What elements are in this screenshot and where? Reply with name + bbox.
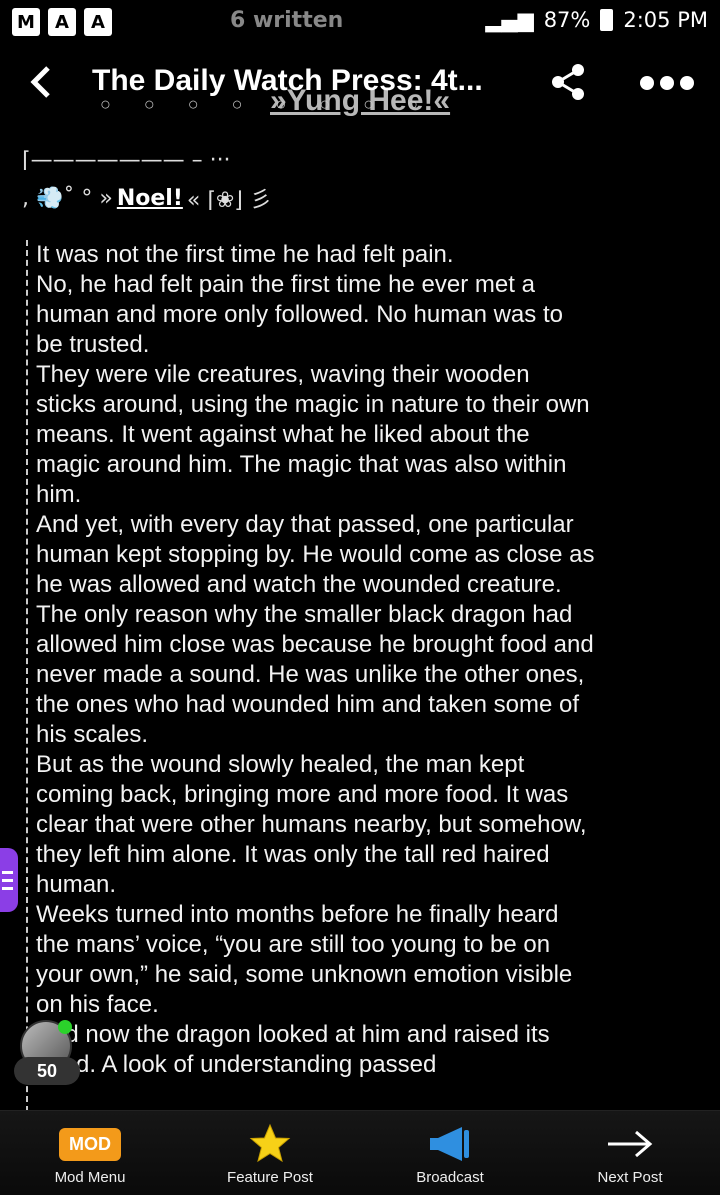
more-dot-icon: [680, 76, 694, 90]
app-notification-icon: A: [48, 8, 76, 36]
story-paragraph: And now the dragon looked at him and rai…: [36, 1021, 550, 1078]
post-header: ○ ○ ○ ○ ○ ○ ○ ○ »Yung Hee!« The Daily Wa…: [0, 50, 720, 117]
share-button[interactable]: [548, 62, 588, 102]
online-indicator: [58, 1020, 72, 1034]
app-notification-icon-2: A: [84, 8, 112, 36]
character-heading: , 💨˚ ° » Noel! « ⌈❀⌋ 彡: [22, 182, 272, 214]
more-options-button[interactable]: [640, 68, 700, 98]
deco-prefix: , 💨˚ ° »: [22, 185, 113, 211]
status-center-text: 6 written: [230, 8, 344, 33]
battery-percent: 87%: [543, 8, 591, 32]
chevron-left-icon: [30, 66, 50, 98]
broadcast-label: Broadcast: [416, 1169, 484, 1186]
more-dot-icon: [660, 76, 674, 90]
next-post-button[interactable]: Next Post: [540, 1111, 720, 1195]
deco-suffix: « ⌈❀⌋ 彡: [186, 188, 272, 213]
menu-line-icon: [2, 886, 13, 890]
story-paragraph: The only reason why the smaller black dr…: [36, 601, 594, 748]
clock: 2:05 PM: [623, 8, 708, 32]
level-badge: 50: [14, 1057, 80, 1085]
battery-icon: [600, 9, 614, 31]
next-post-label: Next Post: [597, 1169, 663, 1186]
side-drawer-tab[interactable]: [0, 848, 18, 912]
feature-post-label: Feature Post: [227, 1169, 313, 1186]
page-title: The Daily Watch Press: 4t...: [92, 64, 483, 97]
menu-line-icon: [2, 878, 13, 882]
mod-badge-icon: MOD: [59, 1127, 121, 1161]
megaphone-icon: [430, 1127, 469, 1161]
story-paragraph: And yet, with every day that passed, one…: [36, 511, 595, 598]
share-icon: [552, 64, 584, 100]
broadcast-button[interactable]: Broadcast: [360, 1111, 540, 1195]
more-dot-icon: [640, 76, 654, 90]
arrow-right-icon: [608, 1130, 653, 1158]
mod-menu-button[interactable]: MOD Mod Menu: [0, 1111, 180, 1195]
story-paragraph: Weeks turned into months before he final…: [36, 901, 573, 1018]
back-button[interactable]: [22, 60, 58, 104]
story-paragraph: No, he had felt pain the first time he e…: [36, 271, 563, 358]
menu-line-icon: [2, 870, 13, 874]
character-name: Noel!: [116, 185, 183, 211]
feature-post-button[interactable]: Feature Post: [180, 1111, 360, 1195]
signal-icon: ▂▄▆: [485, 8, 534, 32]
story-paragraph: They were vile creatures, waving their w…: [36, 361, 590, 508]
story-paragraph: It was not the first time he had felt pa…: [36, 241, 454, 268]
bottom-action-bar: MOD Mod Menu Feature Post Broadcast Next: [0, 1110, 720, 1195]
story-text: It was not the first time he had felt pa…: [26, 240, 596, 1112]
gmail-icon: M: [12, 8, 40, 36]
decorative-line: ⌈——————— – ···: [22, 148, 231, 173]
mod-menu-label: Mod Menu: [54, 1169, 126, 1186]
story-paragraph: But as the wound slowly healed, the man …: [36, 751, 587, 898]
star-icon: [249, 1123, 291, 1163]
status-bar: M A A 6 written ▂▄▆ 87% 2:05 PM: [0, 0, 720, 44]
